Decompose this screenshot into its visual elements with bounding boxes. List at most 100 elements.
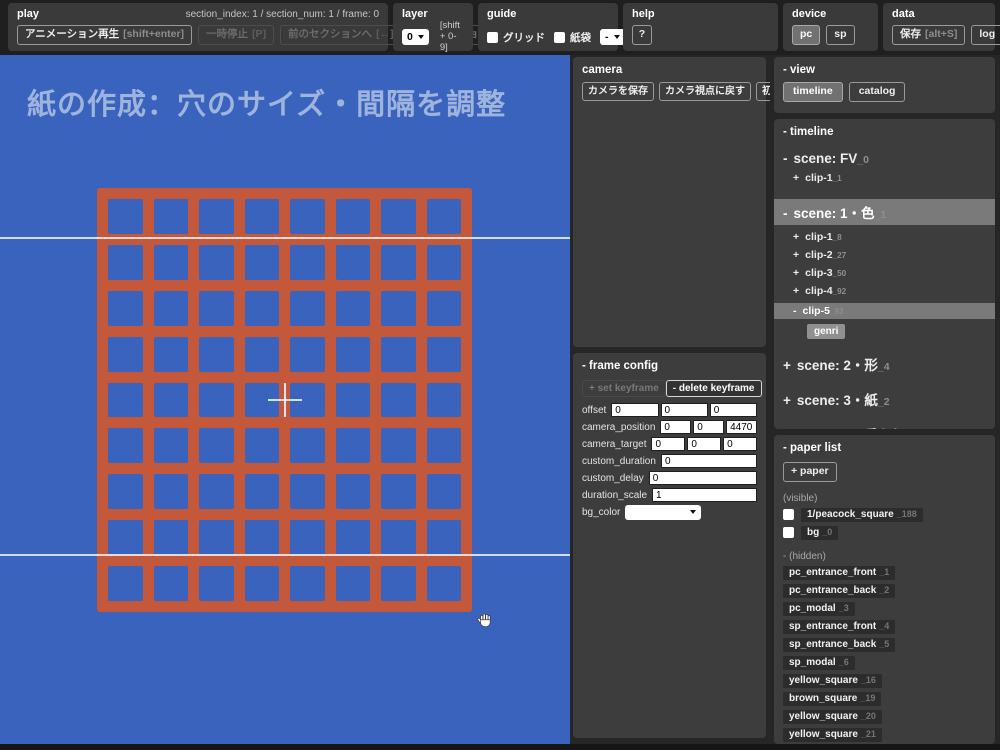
paper-visibility-checkbox[interactable] xyxy=(783,509,794,520)
grid-hole xyxy=(154,566,189,601)
paper-item[interactable]: yellow_square_16 xyxy=(783,674,882,688)
paper-item[interactable]: sp_entrance_back_5 xyxy=(783,638,895,652)
paper-item[interactable]: brown_square_19 xyxy=(783,692,881,706)
collapse-toggle[interactable]: + xyxy=(783,393,791,408)
save-button[interactable]: 保存[alt+S] xyxy=(892,25,965,45)
clip-row[interactable]: +clip-2_27 xyxy=(793,249,986,261)
collapse-toggle[interactable]: - xyxy=(783,206,788,221)
paper-item[interactable]: yellow_square_21 xyxy=(783,728,882,742)
collapse-toggle[interactable]: + xyxy=(783,358,791,373)
clip-row[interactable]: +clip-1_8 xyxy=(793,231,986,243)
grid-hole xyxy=(290,199,325,234)
device-pc-button[interactable]: pc xyxy=(792,25,820,45)
paper-item-index: _0 xyxy=(822,527,832,537)
collapse-toggle[interactable]: + xyxy=(793,231,799,243)
timeline-panel-title[interactable]: - timeline xyxy=(783,126,986,138)
paper-item[interactable]: bg_0 xyxy=(801,526,838,540)
custom-delay-label: custom_delay xyxy=(582,473,647,484)
bg-color-select[interactable] xyxy=(625,505,701,520)
paper-item[interactable]: yellow_square_20 xyxy=(783,710,882,724)
paper-item-name: sp_entrance_front xyxy=(789,621,876,632)
collapse-toggle[interactable]: - xyxy=(783,151,788,166)
collapse-toggle[interactable]: + xyxy=(793,285,799,297)
set-keyframe-button[interactable]: + set keyframe xyxy=(582,380,666,397)
collapse-toggle[interactable]: + xyxy=(793,249,799,261)
pause-button[interactable]: 一時停止[P] xyxy=(198,25,274,45)
step-title: 紙の作成：穴のサイズ・間隔を調整 xyxy=(27,81,506,123)
paper-item[interactable]: pc_entrance_back_2 xyxy=(783,584,895,598)
view-panel-title[interactable]: - view xyxy=(783,64,986,76)
duration-scale-input[interactable] xyxy=(652,488,757,502)
camera-position-label: camera_position xyxy=(582,422,658,433)
paper-item[interactable]: sp_modal_6 xyxy=(783,656,855,670)
device-sp-button[interactable]: sp xyxy=(826,25,854,45)
collapse-toggle[interactable]: + xyxy=(793,267,799,279)
grid-hole xyxy=(245,199,280,234)
camera-target-x-input[interactable] xyxy=(651,437,685,451)
scene-row-2-shape[interactable]: +scene: 2・形_4 xyxy=(783,354,986,374)
camera-reset-view-button[interactable]: カメラ視点に戻す xyxy=(659,82,751,101)
view-catalog-button[interactable]: catalog xyxy=(849,82,906,102)
frame-config-title[interactable]: - frame config xyxy=(582,360,757,372)
clip-row[interactable]: +clip-4_92 xyxy=(793,285,986,297)
grid-hole xyxy=(381,337,416,372)
scene-row-3-paper[interactable]: +scene: 3・紙_2 xyxy=(783,389,986,409)
hidden-group-label[interactable]: - (hidden) xyxy=(783,551,986,562)
play-animation-button[interactable]: アニメーション再生[shift+enter] xyxy=(17,25,192,45)
paper-visibility-checkbox[interactable] xyxy=(783,527,794,538)
custom-duration-input[interactable] xyxy=(661,454,757,468)
paper-item-index: _188 xyxy=(897,509,917,519)
paper-item-index: _5 xyxy=(879,639,889,649)
paper-item[interactable]: sp_entrance_front_4 xyxy=(783,620,895,634)
custom-delay-input[interactable] xyxy=(649,471,757,485)
grid-hole xyxy=(154,199,189,234)
scene-row-1-color[interactable]: -scene: 1・色_1 xyxy=(774,199,995,225)
paper-item[interactable]: pc_entrance_front_1 xyxy=(783,566,895,580)
prev-section-button[interactable]: 前のセクションへ[←] xyxy=(280,25,402,45)
grid-checkbox[interactable] xyxy=(487,32,498,43)
scene-row-fv[interactable]: -scene: FV_0 xyxy=(783,151,986,166)
camera-position-x-input[interactable] xyxy=(660,420,691,434)
clip-row[interactable]: +clip-3_50 xyxy=(793,267,986,279)
paper-bag-checkbox[interactable] xyxy=(554,32,565,43)
layer-select[interactable]: 0 xyxy=(402,29,429,45)
offset-z-input[interactable] xyxy=(710,403,757,417)
log-button[interactable]: log xyxy=(971,25,1000,45)
grid-hole xyxy=(245,566,280,601)
help-button[interactable]: ? xyxy=(632,25,652,45)
camera-panel: camera カメラを保存 カメラ視点に戻す 初期化 xyxy=(573,57,766,347)
camera-position-y-input[interactable] xyxy=(693,420,724,434)
guide-select[interactable]: - xyxy=(600,29,625,45)
camera-position-z-input[interactable] xyxy=(726,420,757,434)
scene-row-4-overlap[interactable]: +scene: 4・重なり_3 xyxy=(783,424,986,429)
clip-row-selected[interactable]: -clip-5_93 xyxy=(774,303,995,319)
collapse-toggle[interactable]: + xyxy=(783,428,791,429)
paper-list-title[interactable]: - paper list xyxy=(783,442,986,454)
genri-tag-button[interactable]: genri xyxy=(807,324,845,339)
grid-hole xyxy=(245,291,280,326)
offset-y-input[interactable] xyxy=(661,403,708,417)
camera-target-y-input[interactable] xyxy=(687,437,721,451)
app-window: play section_index: 1 / section_num: 1 /… xyxy=(0,0,1000,750)
clip-row[interactable]: +clip-1_1 xyxy=(793,172,986,184)
collapse-toggle[interactable]: - xyxy=(793,305,797,317)
grid-hole xyxy=(245,245,280,280)
viewport-canvas[interactable]: 紙の作成：穴のサイズ・間隔を調整 xyxy=(0,55,570,744)
view-timeline-button[interactable]: timeline xyxy=(783,82,843,102)
add-paper-button[interactable]: + paper xyxy=(783,462,837,482)
delete-keyframe-button[interactable]: - delete keyframe xyxy=(666,380,762,397)
paper-item-row: sp_modal_6 xyxy=(783,656,986,670)
paper-item[interactable]: pc_modal_3 xyxy=(783,602,855,616)
scene-label: scene: 4・重なり xyxy=(797,428,905,429)
clip-label: clip-4 xyxy=(805,285,832,297)
clip-label: clip-5 xyxy=(803,305,830,317)
camera-save-button[interactable]: カメラを保存 xyxy=(582,82,654,101)
paper-item[interactable]: 1/peacock_square_188 xyxy=(801,508,923,522)
scene-index: _0 xyxy=(857,154,869,166)
offset-x-input[interactable] xyxy=(611,403,658,417)
grid-hole xyxy=(381,474,416,509)
frame-config-panel: - frame config + set keyframe - delete k… xyxy=(573,353,766,738)
camera-target-z-input[interactable] xyxy=(723,437,757,451)
collapse-toggle[interactable]: + xyxy=(793,172,799,184)
play-animation-shortcut: [shift+enter] xyxy=(123,29,184,41)
